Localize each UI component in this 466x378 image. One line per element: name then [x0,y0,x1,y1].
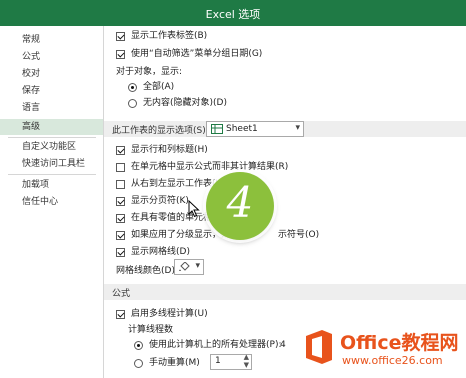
use-all-processors-radio[interactable] [134,341,143,350]
show-headers-checkbox[interactable] [116,146,125,155]
show-zero-values-checkbox[interactable] [116,214,125,223]
multithread-checkbox[interactable] [116,310,125,319]
sheet-select-value: Sheet1 [226,124,258,134]
multithread-label: 启用多线程计算(U) [131,309,208,319]
outline-symbols-label-tail: 示符号(O) [278,230,320,240]
paint-bucket-icon [179,262,190,271]
show-sheet-tabs-checkbox[interactable] [116,32,125,41]
outline-symbols-label: 如果应用了分级显示，则 [131,230,231,240]
sidebar-item-trust-center[interactable]: 信任中心 [0,194,103,210]
sidebar: 常规 公式 校对 保存 语言 高级 自定义功能区 快速访问工具栏 加载项 信任中… [0,26,104,378]
watermark-brand: Office教程网 [340,332,459,354]
sidebar-item-save[interactable]: 保存 [0,83,103,99]
radio-all[interactable] [128,83,137,92]
show-formulas-label: 在单元格中显示公式而非其计算结果(R) [131,162,289,172]
sidebar-item-customize-ribbon[interactable]: 自定义功能区 [0,139,103,155]
sidebar-item-general[interactable]: 常规 [0,32,103,48]
sidebar-item-language[interactable]: 语言 [0,100,103,116]
sidebar-item-formulas[interactable]: 公式 [0,49,103,65]
sheet-display-section-title: 此工作表的显示选项(S): [112,126,209,136]
watermark-url: www.office26.com [342,354,443,367]
step-number: 4 [226,178,254,227]
show-headers-label: 显示行和列标题(H) [131,145,208,155]
sheet-icon [211,124,223,134]
objects-header: 对于对象，显示: [116,67,183,77]
manual-threads-radio[interactable] [134,359,143,368]
formula-section-header: 公式 [104,284,466,300]
sidebar-item-proofing[interactable]: 校对 [0,66,103,82]
show-gridlines-checkbox[interactable] [116,248,125,257]
manual-threads-label: 手动重算(M) [149,358,200,368]
spin-up-icon[interactable]: ▲ [244,353,249,361]
sidebar-item-advanced[interactable]: 高级 [0,119,103,135]
threads-header: 计算线程数 [128,325,174,335]
show-gridlines-label: 显示网格线(D) [131,247,190,257]
outline-symbols-checkbox[interactable] [116,231,125,240]
chevron-down-icon: ▾ [195,261,200,271]
group-dates-checkbox[interactable] [116,50,125,59]
right-to-left-checkbox[interactable] [116,180,125,189]
processor-count: 4 [280,340,286,350]
sidebar-divider [8,174,96,175]
radio-none-label: 无内容(隐藏对象)(D) [143,98,227,108]
radio-all-label: 全部(A) [143,82,175,92]
sidebar-item-add-ins[interactable]: 加载项 [0,177,103,193]
thread-count-value: 1 [215,356,221,366]
sidebar-divider [8,137,96,138]
gridline-color-picker[interactable]: ▾ [174,259,204,275]
show-sheet-tabs-label: 显示工作表标签(B) [131,31,208,41]
sheet-select[interactable]: Sheet1 ▾ [206,121,304,137]
formula-section-title: 公式 [112,289,131,299]
spin-down-icon[interactable]: ▼ [244,361,249,369]
show-formulas-checkbox[interactable] [116,163,125,172]
chevron-down-icon: ▾ [295,123,300,133]
cursor-icon [188,200,200,218]
office-logo-icon [306,330,332,364]
step-number-badge: 4 [206,172,274,240]
use-all-processors-label: 使用此计算机上的所有处理器(P): [149,340,282,350]
gridline-color-label: 网格线颜色(D) [116,266,175,276]
show-page-breaks-label: 显示分页符(K) [131,196,189,206]
show-page-breaks-checkbox[interactable] [116,197,125,206]
title-bar: Excel 选项 [0,0,466,26]
thread-count-stepper[interactable]: 1 ▲ ▼ [210,353,252,370]
window-title: Excel 选项 [205,8,261,21]
radio-none[interactable] [128,99,137,108]
watermark: Office教程网 www.office26.com [300,324,466,378]
group-dates-label: 使用“自动筛选”菜单分组日期(G) [131,49,263,59]
sidebar-item-quick-access-toolbar[interactable]: 快速访问工具栏 [0,156,103,172]
